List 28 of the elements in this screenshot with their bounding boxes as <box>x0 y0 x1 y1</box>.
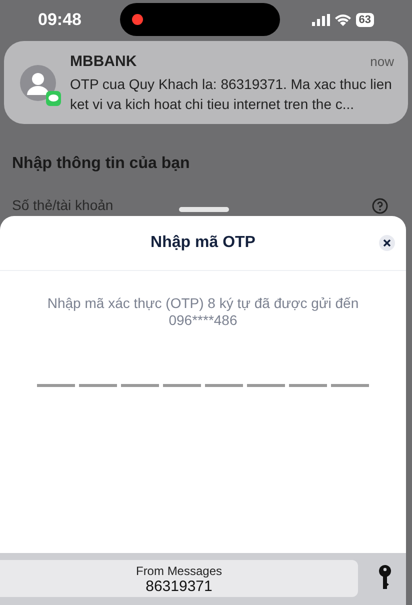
notification-sender: MBBANK <box>70 52 137 72</box>
section-heading: Nhập thông tin của bạn <box>12 154 191 174</box>
notification-card[interactable]: MBBANK now OTP cua Quy Khach la: 86319371. Ma xac thuc lien ket vi va kich hoat chi tieu internet tren the c... <box>4 41 408 124</box>
help-icon <box>372 198 388 214</box>
close-button[interactable] <box>379 235 395 251</box>
status-time: 09:48 <box>38 9 82 32</box>
wifi-icon <box>334 14 351 26</box>
otp-digit-slot[interactable] <box>289 384 327 387</box>
sheet-title: Nhập mã OTP <box>150 233 256 253</box>
message-badge-icon <box>46 90 61 106</box>
signal-icon <box>312 14 330 26</box>
otp-digit-slot[interactable] <box>331 384 369 387</box>
otp-digit-slot[interactable] <box>79 384 117 387</box>
otp-digit-slot[interactable] <box>37 384 75 387</box>
otp-digit-slot[interactable] <box>163 384 201 387</box>
otp-digit-slot[interactable] <box>247 384 285 387</box>
battery-level: 63 <box>356 13 374 27</box>
close-icon <box>383 239 391 247</box>
field-label: Số thẻ/tài khoản <box>12 196 114 215</box>
otp-digit-slot[interactable] <box>205 384 243 387</box>
sheet-handle[interactable] <box>179 207 229 212</box>
autofill-suggestion[interactable]: From Messages 86319371 <box>0 560 358 597</box>
contact-avatar-icon <box>20 64 56 100</box>
notification-message: OTP cua Quy Khach la: 86319371. Ma xac thuc lien ket vi va kich hoat chi tieu internet tren the c... <box>70 74 393 114</box>
otp-digit-slot[interactable] <box>121 384 159 387</box>
otp-instruction: Nhập mã xác thực (OTP) 8 ký tự đã được gửi đến 096****486 <box>46 295 360 329</box>
notification-time: now <box>370 53 394 72</box>
key-icon[interactable] <box>379 565 391 589</box>
